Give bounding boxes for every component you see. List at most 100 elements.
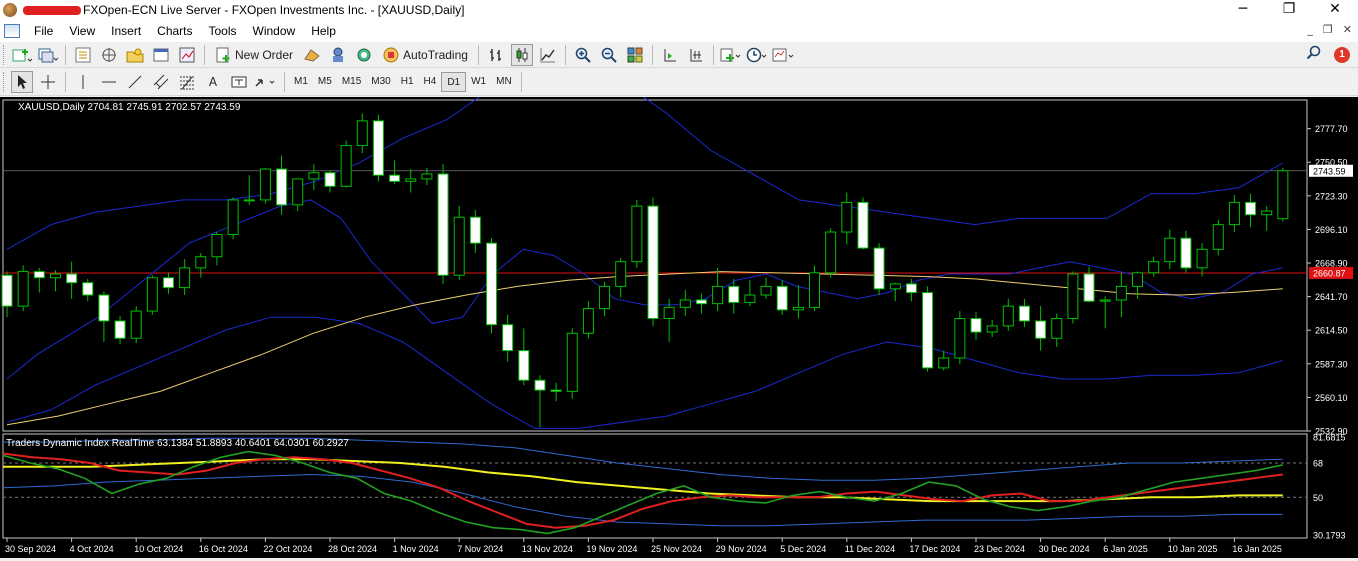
indicator-tick-label: 81.6815 — [1313, 433, 1346, 443]
candle-body — [792, 306, 804, 311]
signals-icon[interactable] — [301, 44, 323, 66]
candle-body — [760, 285, 772, 296]
market-icon[interactable] — [353, 44, 375, 66]
channel-icon[interactable] — [150, 71, 172, 93]
candles[interactable] — [1, 113, 1289, 428]
timeframe-h1[interactable]: H1 — [396, 72, 419, 92]
hline-price-label: 2660.87 — [1313, 268, 1346, 278]
indicators-icon[interactable] — [720, 44, 742, 66]
candle-body — [1067, 273, 1079, 319]
new-chart-icon[interactable] — [11, 44, 33, 66]
crosshair-icon[interactable] — [37, 71, 59, 93]
candle-body — [211, 233, 223, 258]
candle-body — [1228, 201, 1240, 226]
price-chart[interactable]: 2777.702750.502723.302696.102668.902641.… — [0, 75, 1358, 558]
timeframe-m30[interactable]: M30 — [366, 72, 395, 92]
menu-view[interactable]: View — [61, 24, 103, 38]
timeframe-h4[interactable]: H4 — [419, 72, 442, 92]
indicator-panel-border — [2, 433, 1308, 539]
candle-body — [502, 324, 514, 352]
templates-icon[interactable] — [772, 44, 794, 66]
mdi-restore-button[interactable]: ❐ — [1323, 23, 1333, 36]
candle — [17, 265, 29, 312]
candle — [340, 140, 352, 188]
candle-body — [518, 350, 530, 381]
menu-help[interactable]: Help — [303, 24, 344, 38]
candle-body — [66, 273, 78, 284]
autoscroll-icon[interactable] — [685, 44, 707, 66]
candle-body — [114, 320, 126, 339]
candle-body — [486, 242, 497, 326]
market-watch-icon[interactable] — [72, 44, 94, 66]
zoom-out-icon[interactable] — [598, 44, 620, 66]
candle-body — [1196, 248, 1208, 269]
chart-shift-icon[interactable] — [659, 44, 681, 66]
candle — [437, 164, 449, 284]
document-icon[interactable] — [4, 24, 20, 38]
timeframe-d1[interactable]: D1 — [441, 71, 467, 92]
candle — [195, 253, 207, 278]
candle — [1277, 167, 1289, 222]
menu-window[interactable]: Window — [245, 24, 304, 38]
candlestick-icon[interactable] — [510, 43, 533, 66]
menu-insert[interactable]: Insert — [103, 24, 149, 38]
menu-charts[interactable]: Charts — [149, 24, 200, 38]
tile-windows-icon[interactable] — [624, 44, 646, 66]
notifications-badge[interactable]: 1 — [1334, 46, 1350, 63]
text-tool-icon[interactable]: A — [202, 71, 224, 93]
terminal-icon[interactable] — [150, 44, 172, 66]
candle-body — [712, 285, 724, 305]
date-tick-label: 30 Dec 2024 — [1039, 544, 1090, 554]
candle-body — [195, 256, 207, 269]
navigator-icon[interactable] — [124, 44, 146, 66]
menu-file[interactable]: File — [26, 24, 61, 38]
mdi-close-button[interactable]: ✕ — [1343, 23, 1352, 36]
timeframe-m1[interactable]: M1 — [289, 72, 313, 92]
trader-icon[interactable] — [327, 44, 349, 66]
chart-window[interactable]: 2777.70 2750.50 2723.30 2696.10 2668.90 2641.… — [0, 75, 1358, 558]
window-title: FXOpen-ECN Live Server - FXOpen Investme… — [83, 3, 465, 17]
cursor-icon[interactable] — [11, 70, 33, 93]
profiles-icon[interactable] — [37, 44, 59, 66]
vertical-line-icon[interactable] — [72, 71, 94, 93]
restore-button[interactable]: ❐ — [1266, 0, 1312, 20]
text-label-icon[interactable] — [228, 71, 250, 93]
candle — [292, 178, 304, 212]
close-button[interactable]: ✕ — [1312, 0, 1358, 20]
search-icon[interactable] — [1306, 45, 1322, 64]
candle-body — [453, 216, 465, 276]
timeframe-m5[interactable]: M5 — [313, 72, 337, 92]
date-tick-label: 13 Nov 2024 — [522, 544, 573, 554]
line-chart-icon[interactable] — [537, 44, 559, 66]
arrows-icon[interactable] — [254, 71, 278, 93]
candle — [792, 285, 804, 319]
price-tick-label: 2641.70 — [1315, 292, 1348, 302]
mdi-minimize-button[interactable]: _ — [1307, 23, 1313, 36]
minimize-button[interactable]: ─ — [1220, 0, 1266, 20]
candle — [486, 238, 497, 334]
zoom-in-icon[interactable] — [572, 44, 594, 66]
new-order-label: New Order — [235, 47, 294, 62]
data-window-icon[interactable] — [98, 44, 120, 66]
candle-body — [905, 283, 917, 294]
horizontal-line-icon[interactable] — [98, 71, 120, 93]
trendline-icon[interactable] — [124, 71, 146, 93]
candle — [566, 328, 578, 399]
strategy-tester-icon[interactable] — [176, 44, 198, 66]
candle — [631, 199, 643, 268]
fibonacci-icon[interactable] — [176, 71, 198, 93]
periods-icon[interactable] — [746, 44, 768, 66]
timeframe-w1[interactable]: W1 — [466, 72, 491, 92]
bar-chart-icon[interactable] — [485, 44, 507, 66]
candle-body — [841, 201, 853, 233]
candle-body — [582, 308, 594, 334]
candle-body — [1164, 237, 1176, 263]
date-tick-label: 16 Jan 2025 — [1232, 544, 1282, 554]
autotrading-button[interactable]: AutoTrading — [379, 44, 472, 66]
timeframe-mn[interactable]: MN — [491, 72, 517, 92]
menu-tools[interactable]: Tools — [201, 24, 245, 38]
new-order-button[interactable]: New Order — [211, 44, 297, 66]
candle — [1002, 298, 1014, 331]
timeframe-m15[interactable]: M15 — [337, 72, 366, 92]
candle — [1228, 194, 1240, 233]
